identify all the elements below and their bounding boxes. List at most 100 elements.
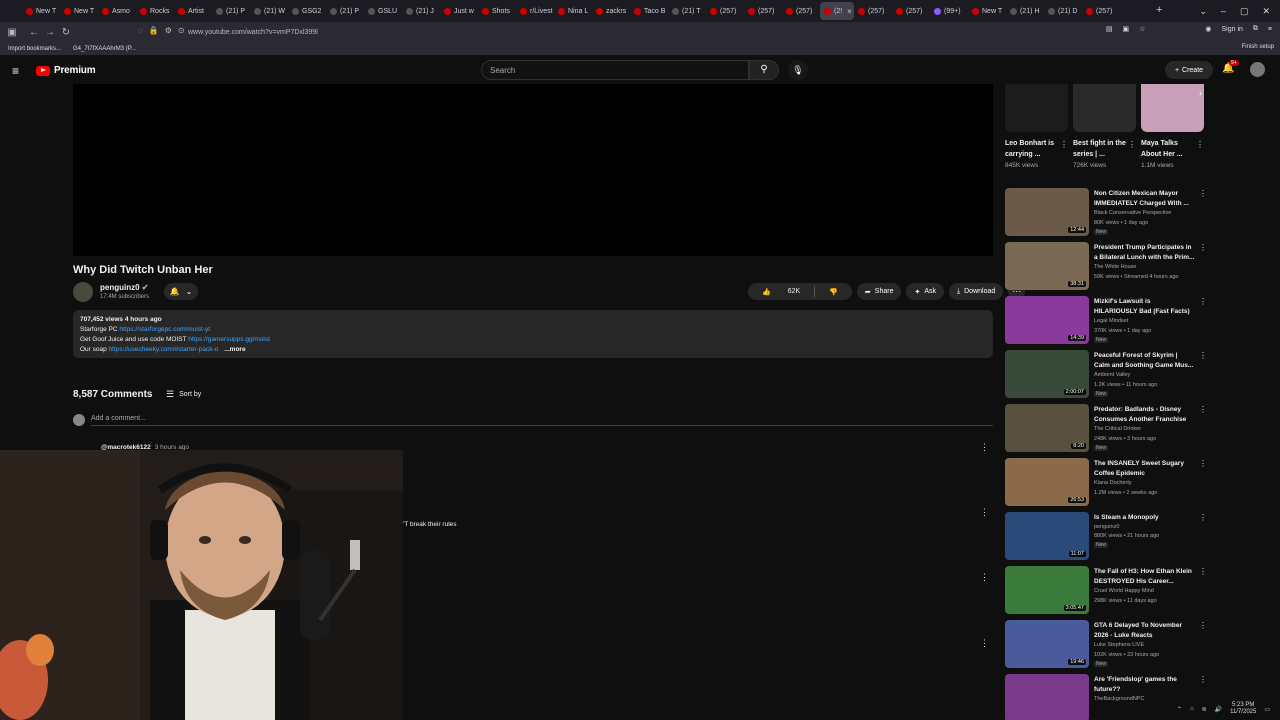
short-thumbnail[interactable] <box>1141 84 1204 132</box>
recommended-video[interactable]: 3:05:47 The Fall of H3: How Ethan Klein DE… <box>1005 566 1215 616</box>
browser-tab[interactable]: GSLU <box>364 2 402 20</box>
browser-tab[interactable]: (21) J <box>402 2 440 20</box>
browser-tab[interactable]: Asmo <box>98 2 136 20</box>
video-menu-icon[interactable]: ⋮ <box>1199 243 1207 252</box>
add-comment-input[interactable]: Add a comment... <box>91 415 993 426</box>
bookmark-import[interactable]: Import bookmarks... <box>8 46 61 52</box>
close-tab-icon[interactable]: × <box>847 7 852 16</box>
comment-menu-icon[interactable]: ⋮ <box>980 442 989 453</box>
sort-by-button[interactable]: ☰ Sort by <box>166 389 201 400</box>
recommended-video[interactable]: 26:53 The INSANELY Sweet Sugary Coffee Epi… <box>1005 458 1215 508</box>
browser-tab[interactable]: (21) W <box>250 2 288 20</box>
video-menu-icon[interactable]: ⋮ <box>1199 405 1207 414</box>
extensions-icon[interactable]: ⧉ <box>1253 25 1258 33</box>
browser-tab[interactable]: (257) <box>854 2 892 20</box>
recommended-title[interactable]: The Fall of H3: How Ethan Klein DESTROYED… <box>1094 567 1199 587</box>
video-thumbnail[interactable]: 26:53 <box>1005 458 1089 506</box>
short-thumbnail[interactable] <box>1005 84 1068 132</box>
browser-tab[interactable]: New T <box>60 2 98 20</box>
desc-link[interactable]: https://gamersupps.gg/moist <box>188 336 270 343</box>
recommended-title[interactable]: Mizkif's Lawsuit is HILARIOUSLY Bad (Fast… <box>1094 297 1199 317</box>
video-menu-icon[interactable]: ⋮ <box>1199 513 1207 522</box>
ask-button[interactable]: ✦ Ask <box>906 283 945 300</box>
browser-tab[interactable]: (21) H <box>1006 2 1044 20</box>
reload-icon[interactable]: ↻ <box>58 27 74 38</box>
video-thumbnail[interactable]: 3:05:47 <box>1005 566 1089 614</box>
create-button[interactable]: + Create <box>1165 61 1213 79</box>
menu-icon[interactable]: ≡ <box>1268 26 1272 33</box>
sign-in-link[interactable]: Sign in <box>1222 26 1243 33</box>
back-icon[interactable]: ← <box>26 27 42 38</box>
forward-icon[interactable]: → <box>42 27 58 38</box>
volume-icon[interactable]: 🔊 <box>1215 706 1222 713</box>
recommended-title[interactable]: Is Steam a Monopoly <box>1094 513 1199 523</box>
recommended-title[interactable]: Peaceful Forest of Skyrim | Calm and Soot… <box>1094 351 1199 371</box>
video-thumbnail[interactable]: 19:46 <box>1005 620 1089 668</box>
close-window-button[interactable]: ✕ <box>1262 6 1270 17</box>
recommended-channel[interactable]: penguinz0 <box>1094 524 1119 530</box>
browser-tab[interactable]: Nina L <box>554 2 592 20</box>
browser-tab[interactable]: r/Livest <box>516 2 554 20</box>
browser-tab[interactable]: (2! × <box>820 2 854 20</box>
maximize-button[interactable]: ▢ <box>1240 6 1249 17</box>
browser-tab[interactable]: Artist <box>174 2 212 20</box>
video-menu-icon[interactable]: ⋮ <box>1199 459 1207 468</box>
short-menu-icon[interactable]: ⋮ <box>1196 140 1204 149</box>
recommended-channel[interactable]: Kiana Docherty <box>1094 480 1132 486</box>
recommended-video[interactable]: 11:07 Is Steam a Monopoly penguinz0 880K vi… <box>1005 512 1215 562</box>
network-icon[interactable]: ⌂ <box>1190 706 1194 712</box>
short-title[interactable]: Maya Talks About Her ... <box>1141 138 1197 160</box>
browser-tab[interactable]: (21) P <box>326 2 364 20</box>
recommended-video[interactable]: 12:44 Non Citizen Mexican Mayor IMMEDIATEL… <box>1005 188 1215 238</box>
video-thumbnail[interactable]: 14:39 <box>1005 296 1089 344</box>
clock[interactable]: 5:23 PM 11/7/2025 <box>1230 702 1256 716</box>
browser-tab[interactable]: (257) <box>706 2 744 20</box>
recommended-title[interactable]: Are 'Friendslop' games the future?? <box>1094 675 1199 695</box>
channel-avatar[interactable] <box>73 282 93 302</box>
minimize-button[interactable]: – <box>1221 6 1226 16</box>
video-thumbnail[interactable]: 8:20 <box>1005 404 1089 452</box>
reader-icon[interactable]: ▤ <box>1106 25 1113 33</box>
short-menu-icon[interactable]: ⋮ <box>1060 140 1068 149</box>
browser-tab[interactable]: zackrs <box>592 2 630 20</box>
comment-menu-icon[interactable]: ⋮ <box>980 507 989 518</box>
video-menu-icon[interactable]: ⋮ <box>1199 675 1207 684</box>
download-button[interactable]: ⤓ Download <box>949 283 1004 300</box>
browser-tab[interactable]: (99+) <box>930 2 968 20</box>
browser-tab[interactable]: Rocks <box>136 2 174 20</box>
browser-tab[interactable]: (21) D <box>1044 2 1082 20</box>
short-title[interactable]: Leo Bonhart is carrying ... <box>1005 138 1061 160</box>
notification-center-icon[interactable]: ▭ <box>1264 706 1270 713</box>
browser-tab[interactable]: New T <box>22 2 60 20</box>
video-player[interactable] <box>73 84 993 256</box>
video-menu-icon[interactable]: ⋮ <box>1199 297 1207 306</box>
search-input[interactable]: Search <box>481 60 749 80</box>
channel-name[interactable]: penguinz0 ✔ <box>100 283 149 292</box>
finish-setup-link[interactable]: Finish setup <box>1242 44 1274 50</box>
recommended-video[interactable]: 19:46 GTA 6 Delayed To November 2026 - Luk… <box>1005 620 1215 670</box>
recommended-channel[interactable]: Black Conservative Perspective <box>1094 210 1171 216</box>
show-more-button[interactable]: ...more <box>224 346 245 353</box>
video-thumbnail[interactable] <box>1005 674 1089 720</box>
new-tab-button[interactable]: + <box>1156 4 1162 16</box>
recommended-video[interactable]: 14:39 Mizkif's Lawsuit is HILARIOUSLY Bad … <box>1005 296 1215 346</box>
video-thumbnail[interactable]: 2:00:07 <box>1005 350 1089 398</box>
recommended-channel[interactable]: Ambient Valley <box>1094 372 1130 378</box>
video-menu-icon[interactable]: ⋮ <box>1199 621 1207 630</box>
video-menu-icon[interactable]: ⋮ <box>1199 351 1207 360</box>
recommended-channel[interactable]: Cruel World Happy Mind <box>1094 588 1154 594</box>
video-menu-icon[interactable]: ⋮ <box>1199 189 1207 198</box>
browser-tab[interactable]: GSG2 <box>288 2 326 20</box>
recommended-title[interactable]: The INSANELY Sweet Sugary Coffee Epidemic <box>1094 459 1199 479</box>
desc-link[interactable]: https://usecheeky.com/#starter-pack-o <box>109 346 219 353</box>
recommended-video[interactable]: 8:20 Predator: Badlands - Disney Consumes … <box>1005 404 1215 454</box>
pip-icon[interactable]: ▣ <box>1122 25 1129 33</box>
browser-tab[interactable]: (257) <box>782 2 820 20</box>
recommended-title[interactable]: Predator: Badlands - Disney Consumes Anot… <box>1094 405 1199 425</box>
recommended-title[interactable]: President Trump Participates in a Bilater… <box>1094 243 1199 263</box>
recommended-channel[interactable]: Legal Mindset <box>1094 318 1128 324</box>
recommended-channel[interactable]: The Critical Drinker <box>1094 426 1141 432</box>
browser-tab[interactable]: (257) <box>1082 2 1120 20</box>
search-button[interactable]: ⚲ <box>749 60 779 80</box>
browser-tab[interactable]: (257) <box>892 2 930 20</box>
